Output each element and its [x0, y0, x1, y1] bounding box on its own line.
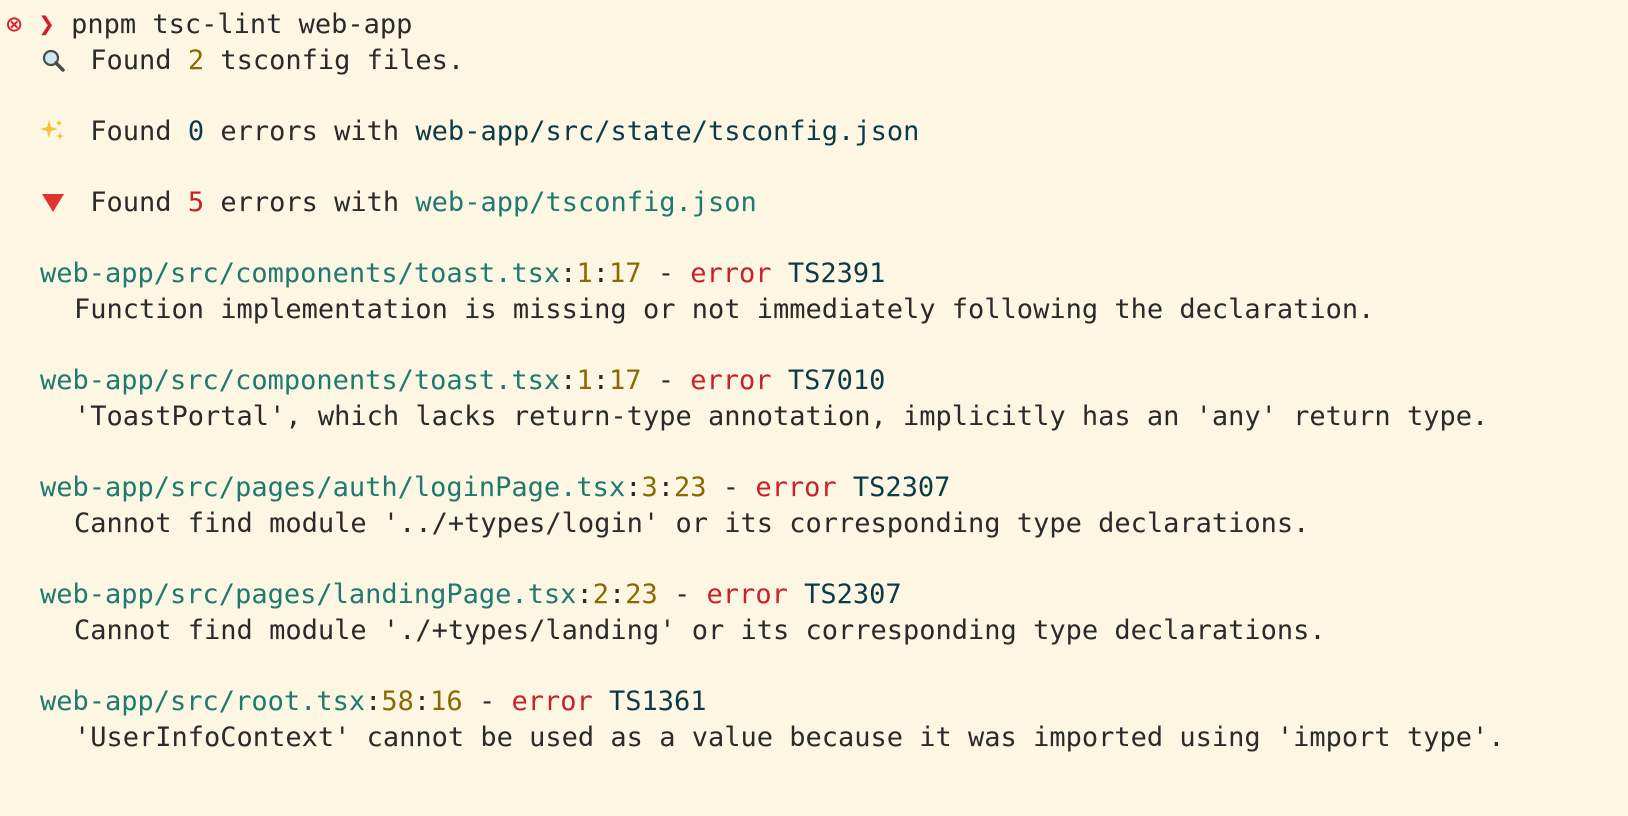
- error-file: web-app/src/pages/auth/loginPage.tsx: [40, 472, 626, 503]
- summary-suffix: tsconfig files.: [220, 45, 465, 76]
- magnifier-icon: [40, 42, 74, 79]
- fail-middle: errors with: [220, 187, 400, 218]
- fail-config-path: web-app/tsconfig.json: [415, 187, 757, 218]
- command-line: ⊗ ❯ pnpm tsc-lint web-app: [6, 6, 412, 43]
- error-col: 16: [430, 686, 463, 717]
- ok-found: Found: [90, 116, 172, 147]
- error-col: 17: [608, 258, 642, 289]
- error-line: 1: [576, 258, 593, 289]
- error-file: web-app/src/root.tsx: [40, 686, 366, 717]
- error-dash: -: [657, 365, 675, 396]
- error-message: 'UserInfoContext' cannot be used as a va…: [74, 722, 1505, 753]
- fail-found: Found: [90, 187, 172, 218]
- ok-error-count: 0: [187, 116, 205, 147]
- error-col: 23: [625, 579, 658, 610]
- error-line: 58: [381, 686, 414, 717]
- error-line: 3: [641, 472, 658, 503]
- error-dash: -: [722, 472, 740, 503]
- error-code: TS1361: [609, 686, 707, 717]
- error-message: Cannot find module './+types/landing' or…: [74, 615, 1326, 646]
- error-message: 'ToastPortal', which lacks return-type a…: [74, 401, 1489, 432]
- error-message: Cannot find module '../+types/login' or …: [74, 508, 1310, 539]
- error-line: 1: [576, 365, 593, 396]
- prompt-arrow: ❯: [38, 9, 55, 40]
- error-location: web-app/src/pages/auth/loginPage.tsx:3:2…: [40, 472, 951, 503]
- error-dash: -: [478, 686, 496, 717]
- error-location: web-app/src/pages/landingPage.tsx:2:23 -…: [40, 579, 902, 610]
- error-location: web-app/src/components/toast.tsx:1:17 - …: [40, 258, 886, 289]
- error-code: TS2391: [787, 258, 886, 289]
- error-location: web-app/src/root.tsx:58:16 - error TS136…: [40, 686, 707, 717]
- error-severity: error: [690, 258, 772, 289]
- red-triangle-down-icon: [40, 184, 74, 221]
- error-col: 17: [608, 365, 642, 396]
- fail-error-count: 5: [187, 187, 205, 218]
- error-code: TS7010: [787, 365, 886, 396]
- error-code: TS2307: [804, 579, 902, 610]
- error-col: 23: [674, 472, 707, 503]
- command-text: pnpm tsc-lint web-app: [71, 9, 413, 40]
- ok-middle: errors with: [220, 116, 400, 147]
- error-location: web-app/src/components/toast.tsx:1:17 - …: [40, 365, 886, 396]
- error-circle-icon: ⊗: [6, 9, 23, 40]
- error-code: TS2307: [852, 472, 951, 503]
- ok-config-line: Found 0 errors with web-app/src/state/ts…: [40, 113, 919, 150]
- sparkles-icon: [40, 113, 74, 150]
- tsconfig-count: 2: [187, 45, 205, 76]
- error-severity: error: [706, 579, 788, 610]
- error-severity: error: [690, 365, 772, 396]
- error-severity: error: [755, 472, 837, 503]
- error-line: 2: [592, 579, 609, 610]
- error-dash: -: [657, 258, 675, 289]
- summary-found: Found: [90, 45, 172, 76]
- terminal-window: ⊗ ❯ pnpm tsc-lint web-app Found 2 tsconf…: [0, 0, 1628, 816]
- error-file: web-app/src/components/toast.tsx: [40, 258, 561, 289]
- error-severity: error: [511, 686, 593, 717]
- error-dash: -: [674, 579, 691, 610]
- fail-config-line: Found 5 errors with web-app/tsconfig.jso…: [40, 184, 757, 221]
- error-message: Function implementation is missing or no…: [74, 294, 1375, 325]
- error-file: web-app/src/pages/landingPage.tsx: [40, 579, 577, 610]
- ok-config-path: web-app/src/state/tsconfig.json: [415, 116, 920, 147]
- summary-line: Found 2 tsconfig files.: [40, 42, 464, 79]
- error-file: web-app/src/components/toast.tsx: [40, 365, 561, 396]
